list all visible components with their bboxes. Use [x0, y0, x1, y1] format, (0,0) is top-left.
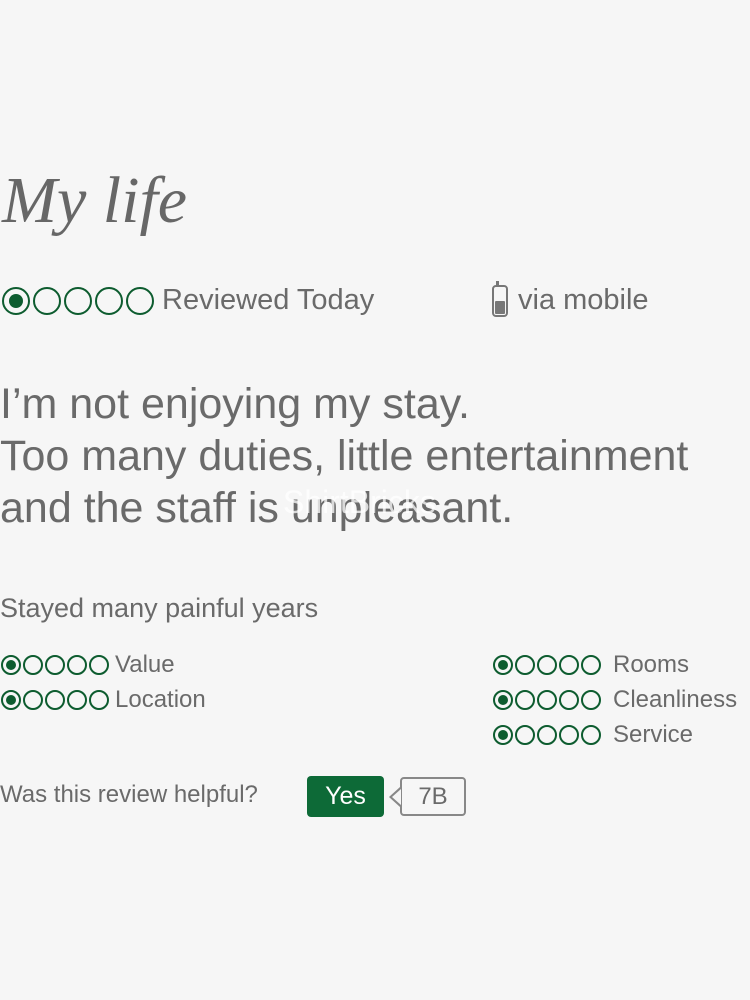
sub-rating-bubbles [1, 655, 111, 675]
sub-rating-bubbles [493, 690, 603, 710]
rating-bubble-empty-icon [537, 690, 557, 710]
watermark: ShirtBricks [283, 484, 436, 520]
rating-bubble-empty-icon [23, 655, 43, 675]
rating-bubble-filled-icon [2, 287, 30, 315]
rating-bubble-empty-icon [89, 655, 109, 675]
mobile-phone-icon [492, 285, 508, 317]
rating-bubble-empty-icon [89, 690, 109, 710]
sub-rating-cleanliness: Cleanliness [493, 686, 737, 714]
count-pointer-inner [392, 789, 401, 805]
sub-rating-label: Service [613, 721, 694, 748]
rating-bubble-empty-icon [45, 655, 65, 675]
sub-rating-bubbles [493, 655, 603, 675]
sub-rating-label: Value [115, 651, 175, 678]
review-body-line: Too many duties, little entertainment [0, 432, 689, 480]
rating-bubble-empty-icon [559, 655, 579, 675]
helpful-count: 7B [400, 777, 466, 816]
review-source: via mobile [518, 284, 649, 316]
rating-bubble-empty-icon [515, 690, 535, 710]
helpful-question: Was this review helpful? [0, 781, 258, 808]
rating-bubble-filled-icon [493, 690, 513, 710]
rating-bubble-empty-icon [559, 725, 579, 745]
sub-rating-bubbles [493, 725, 603, 745]
rating-bubble-empty-icon [67, 690, 87, 710]
rating-bubble-empty-icon [581, 655, 601, 675]
stay-duration: Stayed many painful years [0, 593, 319, 623]
review-date: Reviewed Today [162, 284, 375, 316]
rating-bubble-filled-icon [493, 725, 513, 745]
rating-bubble-empty-icon [515, 725, 535, 745]
rating-bubble-empty-icon [95, 287, 123, 315]
rating-bubble-empty-icon [581, 725, 601, 745]
rating-bubble-empty-icon [537, 655, 557, 675]
rating-bubble-empty-icon [126, 287, 154, 315]
sub-rating-bubbles [1, 690, 111, 710]
rating-bubble-empty-icon [515, 655, 535, 675]
rating-bubble-empty-icon [537, 725, 557, 745]
rating-bubble-empty-icon [559, 690, 579, 710]
rating-bubble-filled-icon [1, 690, 21, 710]
rating-bubble-empty-icon [64, 287, 92, 315]
overall-rating-bubbles [2, 287, 157, 315]
sub-rating-value: Value [1, 651, 175, 679]
rating-bubble-empty-icon [67, 655, 87, 675]
review-title: My life [2, 164, 188, 237]
sub-rating-label: Rooms [613, 651, 690, 678]
rating-bubble-filled-icon [493, 655, 513, 675]
rating-bubble-empty-icon [33, 287, 61, 315]
sub-rating-label: Location [115, 686, 206, 713]
rating-bubble-empty-icon [23, 690, 43, 710]
rating-bubble-filled-icon [1, 655, 21, 675]
helpful-yes-button[interactable]: Yes [307, 776, 384, 817]
review-body-line: I’m not enjoying my stay. [0, 380, 470, 428]
sub-rating-label: Cleanliness [613, 686, 738, 713]
sub-rating-service: Service [493, 721, 693, 749]
rating-bubble-empty-icon [581, 690, 601, 710]
sub-rating-location: Location [1, 686, 206, 714]
rating-bubble-empty-icon [45, 690, 65, 710]
sub-rating-rooms: Rooms [493, 651, 689, 679]
